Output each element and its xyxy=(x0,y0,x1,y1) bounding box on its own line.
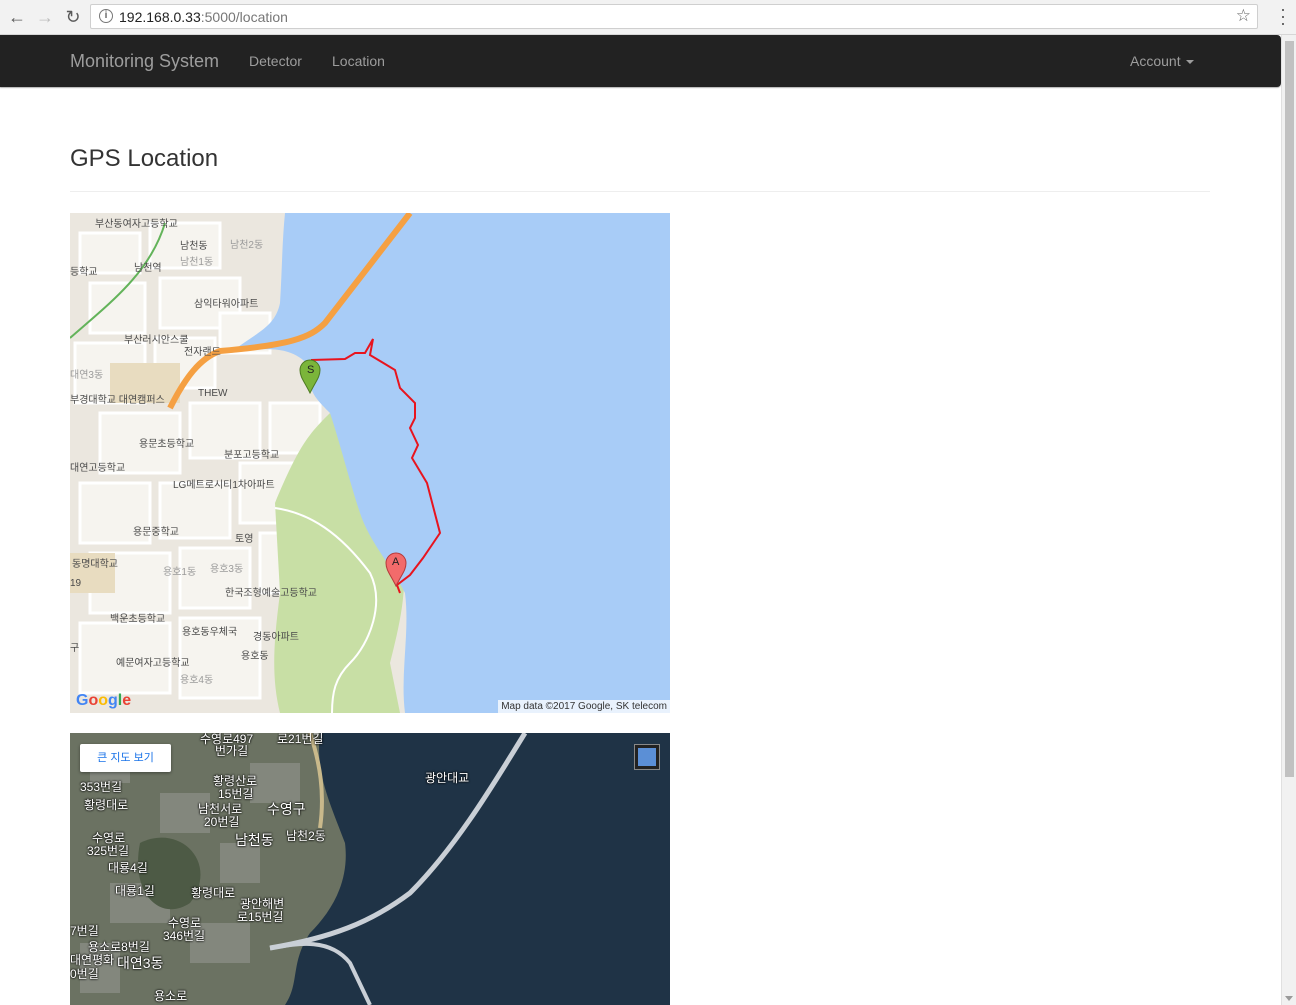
header-divider xyxy=(70,191,1210,192)
sat-label: 황령대로 xyxy=(84,798,129,812)
brand-link[interactable]: Monitoring System xyxy=(70,51,219,72)
map-label: 용문초등학교 xyxy=(139,439,195,450)
road-map-canvas xyxy=(70,213,670,713)
browser-toolbar: ← → ↻ i 192.168.0.33:5000/location ☆ · · · xyxy=(0,0,1296,35)
end-marker-label: A xyxy=(392,556,400,568)
nav-location[interactable]: Location xyxy=(332,53,385,69)
page-scrollbar[interactable] xyxy=(1281,35,1296,1005)
url-path: :5000/location xyxy=(200,9,288,25)
sat-label: 346번길 xyxy=(163,929,206,943)
sat-label: 번가길 xyxy=(215,744,249,758)
map-attribution: Map data ©2017 Google, SK telecom xyxy=(498,700,670,713)
url-host: 192.168.0.33 xyxy=(119,9,201,25)
map-label: 용호3동 xyxy=(210,564,244,575)
sat-label: 7번길 xyxy=(70,924,99,938)
street-view-pegman-icon[interactable] xyxy=(634,744,660,770)
google-logo: Google xyxy=(76,692,132,709)
reload-icon[interactable]: ↻ xyxy=(61,5,85,29)
satellite-map[interactable]: 수영로497 번가길 로21번길 광안대교 황령산로 15번길 353번길 황령… xyxy=(70,733,670,1005)
map-label: 예문여자고등학교 xyxy=(116,658,190,669)
map-label: 남천역 xyxy=(134,263,162,274)
map-label: 용호1동 xyxy=(163,567,197,578)
sat-label: 대연3동 xyxy=(117,955,164,971)
map-label: THEW xyxy=(198,388,228,399)
sat-label: 20번길 xyxy=(204,815,240,829)
scroll-down-arrow-icon[interactable] xyxy=(1285,996,1293,1001)
map-label: 남천동 xyxy=(180,241,208,252)
sat-label: 325번길 xyxy=(87,844,130,858)
info-icon[interactable]: i xyxy=(99,9,113,23)
map-label: 용호동 xyxy=(241,651,269,662)
start-marker-label: S xyxy=(307,364,315,376)
map-label: 백운초등학교 xyxy=(110,614,166,625)
sat-label: 대룡1길 xyxy=(115,884,155,898)
browser-menu-icon[interactable]: · · · xyxy=(1280,0,1286,32)
bookmark-star-icon[interactable]: ☆ xyxy=(1236,6,1251,26)
sat-label: 용소로 xyxy=(154,989,188,1003)
scrollbar-thumb[interactable] xyxy=(1285,41,1294,777)
account-label: Account xyxy=(1130,53,1181,69)
back-icon[interactable]: ← xyxy=(5,5,29,29)
map-label: 용호4동 xyxy=(180,675,214,686)
map-label: 등학교 xyxy=(70,267,98,278)
map-label: 한국조형예술고등학교 xyxy=(225,588,317,599)
sat-label: 대연평화 xyxy=(70,953,115,967)
sat-label: 남천2동 xyxy=(286,829,326,843)
sat-label: 남천동 xyxy=(235,832,274,848)
forward-icon[interactable]: → xyxy=(33,5,57,29)
view-larger-map-button[interactable]: 큰 지도 보기 xyxy=(80,744,171,772)
sat-label: 황령대로 xyxy=(191,886,236,900)
person-icon xyxy=(638,748,656,766)
map-label: LG메트로시티1차아파트 xyxy=(173,480,275,491)
map-label: 19 xyxy=(70,578,82,589)
map-label: 대연고등학교 xyxy=(70,463,126,474)
map-label: 분포고등학교 xyxy=(224,450,280,461)
account-dropdown[interactable]: Account xyxy=(1130,53,1194,69)
nav-detector[interactable]: Detector xyxy=(249,53,302,69)
map-label: 남천1동 xyxy=(180,257,214,268)
map-label: 부산러시안스쿨 xyxy=(124,335,189,346)
sat-label: 353번길 xyxy=(80,780,123,794)
sat-label: 대룡4길 xyxy=(108,861,148,875)
sat-label: 수영구 xyxy=(267,801,306,817)
map-label: 용호동우체국 xyxy=(182,627,238,638)
address-bar[interactable]: i 192.168.0.33:5000/location ☆ xyxy=(90,4,1258,29)
top-navbar: Monitoring System Detector Location Acco… xyxy=(0,35,1281,87)
map-label: 부산동여자고등학교 xyxy=(95,219,178,230)
map-label: 경동아파트 xyxy=(253,632,299,643)
gps-route-map[interactable]: S A 부산동여자고등학교 남천동 남천2동 남천역 남천1동 등학교 삼익타워… xyxy=(70,213,670,713)
map-label: 용문중학교 xyxy=(133,527,179,538)
sat-label: 로21번길 xyxy=(277,733,324,746)
caret-down-icon xyxy=(1185,60,1194,65)
map-label: 삼익타워아파트 xyxy=(194,299,259,310)
url-text[interactable]: 192.168.0.33:5000/location xyxy=(119,9,288,25)
map-label: 동명대학교 xyxy=(72,559,118,570)
page-title: GPS Location xyxy=(70,145,219,172)
map-label: 남천2동 xyxy=(230,240,264,251)
sat-label: 광안대교 xyxy=(425,771,470,785)
sat-label: 로15번길 xyxy=(237,910,284,924)
map-label: 부경대학교 대연캠퍼스 xyxy=(70,395,165,406)
map-label: 토영 xyxy=(235,534,254,545)
map-label: 전자랜드 xyxy=(184,347,221,358)
map-label: 대연3동 xyxy=(70,370,104,381)
map-label: 구 xyxy=(70,643,80,654)
